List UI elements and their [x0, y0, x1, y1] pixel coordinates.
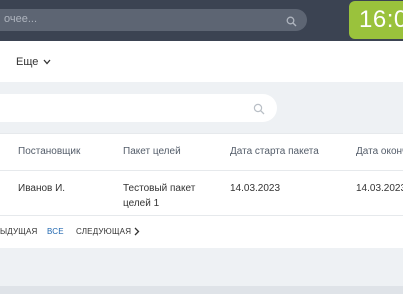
pagination-prev-button[interactable]: ыдущая	[0, 227, 38, 236]
cell-goal-package[interactable]: Тестовый пакет целей 1	[123, 181, 203, 211]
cell-start-date: 14.03.2023	[230, 183, 281, 194]
chevron-right-icon	[134, 227, 140, 236]
column-header-assigner[interactable]: Постановщик	[18, 146, 80, 157]
more-menu-label: Еще	[16, 56, 39, 68]
more-menu-button[interactable]: Еще	[16, 54, 51, 70]
global-search-placeholder: очее...	[4, 13, 38, 25]
pagination-all-button[interactable]: все	[47, 227, 64, 236]
pagination-next-button[interactable]: следующая	[76, 227, 140, 236]
filter-search-input[interactable]	[0, 94, 277, 122]
column-header-start-date[interactable]: Дата старта пакета	[230, 146, 319, 157]
top-header: очее... 16:0	[0, 0, 403, 41]
goals-grid: Постановщик Пакет целей Дата старта паке…	[0, 133, 403, 248]
pagination-next-label: следующая	[76, 227, 132, 236]
global-search-input[interactable]: очее...	[0, 9, 307, 31]
clock-time: 16:0	[359, 6, 403, 33]
column-header-end-date[interactable]: Дата оконч	[356, 146, 403, 157]
column-header-goal-package[interactable]: Пакет целей	[123, 146, 181, 157]
cell-end-date: 14.03.2023	[356, 183, 403, 194]
chevron-down-icon	[43, 59, 51, 65]
search-icon[interactable]	[253, 102, 265, 120]
filter-area	[0, 82, 403, 133]
bottom-panel-edge	[0, 286, 403, 294]
search-icon[interactable]	[286, 14, 297, 32]
menu-bar: Еще	[0, 41, 403, 82]
cell-assigner: Иванов И.	[18, 183, 66, 194]
clock-widget[interactable]: 16:0	[349, 1, 403, 39]
row-divider	[0, 215, 403, 216]
header-divider	[0, 170, 403, 171]
